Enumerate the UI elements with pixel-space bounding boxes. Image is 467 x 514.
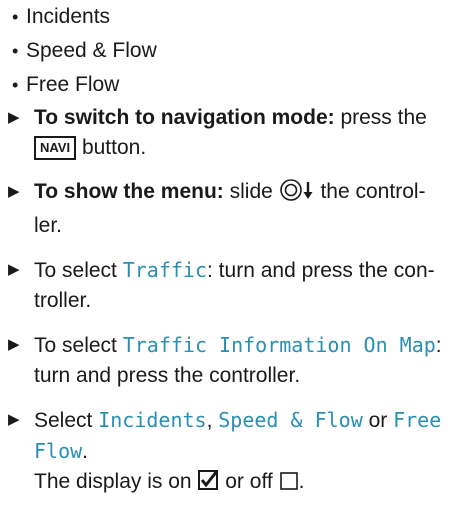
navi-key-icon: NAVI <box>34 136 77 160</box>
manual-page: • Incidents • Speed & Flow • Free Flow ▶… <box>0 0 467 493</box>
triangle-right-icon: ▶ <box>8 109 20 126</box>
checkbox-unchecked-icon <box>279 470 299 500</box>
menu-item-free-flow: Free <box>393 408 442 432</box>
checkbox-checked-icon <box>197 469 219 500</box>
menu-item-speed-flow: Speed & Flow <box>218 408 363 432</box>
step-switch-navigation: ▶ To switch to navigation mode: press th… <box>8 103 463 163</box>
step-select-option: ▶ Select Incidents, Speed & Flow or Free… <box>8 405 463 500</box>
menu-item-free-flow-cont: Flow <box>34 439 83 463</box>
menu-item-incidents: Incidents <box>98 408 207 432</box>
step-select-traffic-map: ▶ To select Traffic Information On Map: … <box>8 330 463 391</box>
menu-item-traffic-info-map: Traffic Information On Map <box>122 333 436 357</box>
step-heading: To show the menu: <box>34 180 224 203</box>
list-item: • Free Flow <box>12 68 157 102</box>
triangle-right-icon: ▶ <box>8 336 20 353</box>
option-list: • Incidents • Speed & Flow • Free Flow <box>12 0 157 102</box>
bullet-icon: • <box>12 75 19 95</box>
list-item-label: Free Flow <box>26 73 120 96</box>
bullet-icon: • <box>12 7 19 27</box>
step-select-traffic: ▶ To select Traffic: turn and press the … <box>8 255 463 316</box>
bullet-icon: • <box>12 41 19 61</box>
step-show-menu: ▶ To show the menu: slide the control- l… <box>8 177 463 241</box>
triangle-right-icon: ▶ <box>8 411 20 428</box>
list-item: • Speed & Flow <box>12 34 157 68</box>
triangle-right-icon: ▶ <box>8 261 20 278</box>
menu-item-traffic: Traffic <box>122 258 208 282</box>
list-item-label: Incidents <box>26 5 111 28</box>
list-item-label: Speed & Flow <box>26 39 157 62</box>
list-item: • Incidents <box>12 0 157 34</box>
triangle-right-icon: ▶ <box>8 183 20 200</box>
controller-slide-down-icon <box>279 178 315 211</box>
step-heading: To switch to navigation mode: <box>34 106 335 129</box>
instruction-steps: ▶ To switch to navigation mode: press th… <box>8 103 463 514</box>
